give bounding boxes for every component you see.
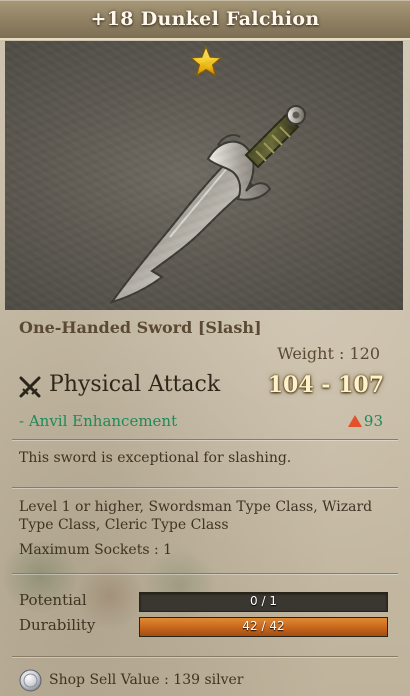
up-triangle-icon (347, 415, 362, 427)
gold-star-icon (189, 45, 223, 77)
durability-bar: 42 / 42 (139, 617, 388, 637)
divider (12, 439, 398, 440)
item-description: This sword is exceptional for slashing. (19, 450, 292, 466)
potential-bar: 0 / 1 (139, 592, 388, 612)
durability-label: Durability (19, 616, 96, 634)
attack-label: Physical Attack (49, 372, 221, 397)
potential-label: Potential (19, 591, 87, 609)
potential-value: 0 / 1 (250, 594, 277, 608)
enhancement-count: 93 (347, 412, 383, 430)
enhancement-row: - Anvil Enhancement 93 (19, 412, 383, 434)
item-title: +18 Dunkel Falchion (90, 8, 320, 30)
item-requirements: Level 1 or higher, Swordsman Type Class,… (19, 499, 373, 533)
item-weight: Weight : 120 (277, 344, 380, 363)
attack-value: 104 - 107 (267, 372, 384, 398)
item-type: One-Handed Sword [Slash] (19, 318, 262, 337)
falchion-sword-image (109, 105, 306, 304)
max-sockets: Maximum Sockets : 1 (19, 542, 173, 558)
potential-row: Potential 0 / 1 (19, 591, 388, 612)
durability-value: 42 / 42 (242, 619, 285, 633)
crossed-swords-icon (19, 376, 41, 398)
divider (12, 656, 398, 657)
physical-attack-row: Physical Attack 104 - 107 (18, 372, 390, 404)
silver-coin-icon (19, 669, 42, 692)
enhancement-label: - Anvil Enhancement (19, 412, 178, 430)
divider (12, 487, 398, 488)
tooltip-title-bar: +18 Dunkel Falchion (0, 0, 410, 40)
enhancement-value: 93 (363, 412, 383, 430)
item-image-frame (5, 41, 403, 310)
shop-sell-row: Shop Sell Value : 139 silver (19, 669, 391, 693)
durability-row: Durability 42 / 42 (19, 616, 388, 637)
divider (12, 573, 398, 574)
shop-sell-value: Shop Sell Value : 139 silver (49, 672, 244, 688)
